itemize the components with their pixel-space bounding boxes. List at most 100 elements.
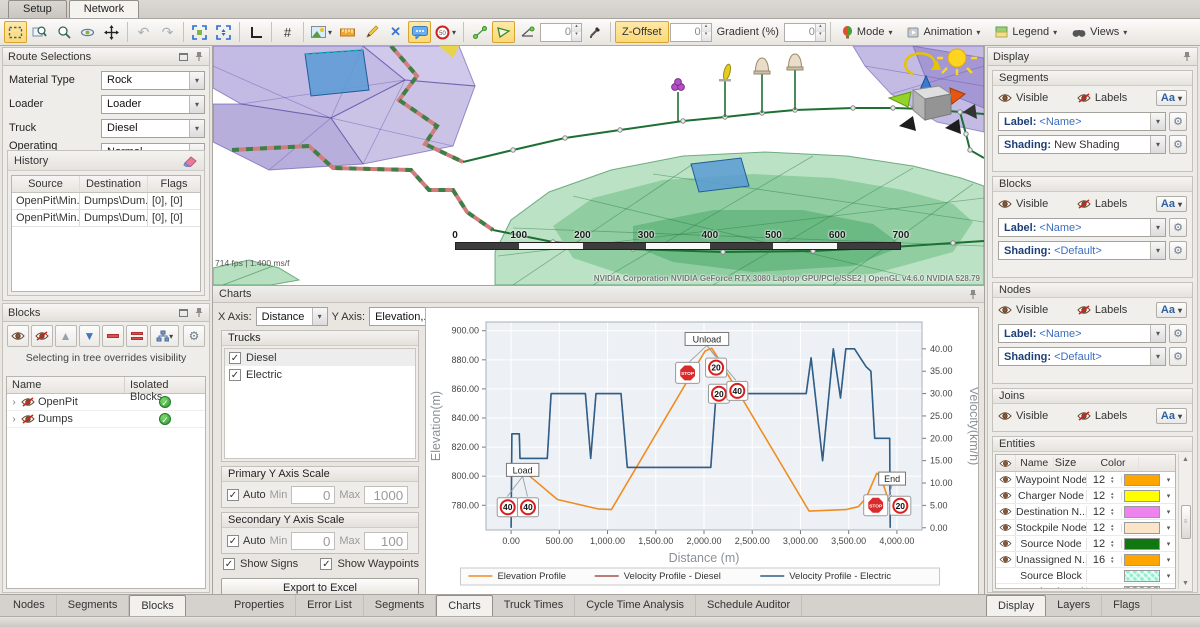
pin-icon[interactable] [194,51,204,62]
eye-icon[interactable] [999,523,1012,532]
entity-row[interactable]: Source Node 12 ▴▾ ▾ [996,536,1175,552]
primary-max-input[interactable] [364,486,408,504]
entity-size[interactable]: 12 [1087,538,1111,550]
show-all-button[interactable] [7,325,29,347]
gear-icon[interactable]: ⚙ [1169,135,1187,154]
remove-all-button[interactable] [126,325,148,347]
entities-col-name[interactable]: Name [1016,457,1054,469]
entity-size-spinner[interactable]: ▴▾ [1111,492,1122,500]
gradient-spinner[interactable]: ▴▾ [815,24,825,41]
doc-tab[interactable]: Truck Times [493,595,576,616]
eye-slash-icon[interactable] [1077,93,1091,103]
entity-size-spinner[interactable]: ▴▾ [1111,508,1122,516]
eye-icon[interactable] [998,93,1012,103]
z-offset-value-field[interactable] [671,26,701,38]
profile-chart[interactable]: 0.00500.001,000.001,500.002,000.002,500.… [426,308,978,594]
measure-button[interactable] [336,21,359,43]
doc-tab[interactable]: Nodes [2,595,57,616]
entity-color-dropdown[interactable]: ▾ [1162,572,1175,580]
blocks-col-isolated[interactable]: Isolated Blocks [125,377,205,393]
zoom-button[interactable] [52,21,75,43]
doc-tab[interactable]: Segments [364,595,437,616]
eye-icon[interactable] [999,555,1012,564]
x-axis-dropdown[interactable]: Distance [256,307,328,326]
blocks-label-dropdown[interactable]: Label:<Name> [998,218,1166,237]
angle-value-field[interactable] [541,26,571,38]
eye-icon[interactable] [999,507,1012,516]
secondary-min-input[interactable] [291,532,335,550]
font-button[interactable]: Aa▾ [1156,302,1187,318]
blocks-settings-button[interactable]: ⚙ [183,325,205,347]
legend-dropdown[interactable]: Legend▾ [988,21,1064,43]
zoom-selected-button[interactable] [212,21,235,43]
redo-button[interactable]: ↷ [156,21,179,43]
entities-col-color[interactable]: Color [1089,457,1139,469]
mode-dropdown[interactable]: Mode▾ [835,21,900,43]
secondary-auto-checkbox[interactable]: ✓ [227,535,239,547]
truck-row[interactable]: ✓ Diesel [225,349,415,366]
primary-auto-checkbox[interactable]: ✓ [227,489,239,501]
entity-color-dropdown[interactable]: ▾ [1162,524,1175,532]
entity-row[interactable]: Stockpile Node 12 ▴▾ ▾ [996,520,1175,536]
main-tab[interactable]: Setup [8,0,67,18]
eye-slash-icon[interactable] [21,414,35,424]
eye-icon[interactable] [999,491,1012,500]
blocks-tree-row[interactable]: › Dumps ✓ [7,411,205,428]
z-offset-toggle[interactable]: Z-Offset [615,21,669,43]
field-dropdown[interactable]: Diesel [101,119,205,138]
doc-tab[interactable]: Blocks [129,595,185,616]
entity-size-spinner[interactable]: ▴▾ [1111,556,1122,564]
primary-min-input[interactable] [291,486,335,504]
entity-size-spinner[interactable]: ▴▾ [1111,476,1122,484]
eye-icon[interactable] [998,199,1012,209]
hierarchy-button[interactable]: ▾ [150,325,179,347]
eye-icon[interactable] [998,411,1012,421]
entity-size[interactable]: 12 [1087,474,1111,486]
entity-row[interactable]: Destination Bl ▴▾ ▾ [996,584,1175,589]
scroll-thumb[interactable]: ≡ [1181,505,1191,539]
entity-row[interactable]: Waypoint Node 12 ▴▾ ▾ [996,472,1175,488]
doc-tab[interactable]: Display [986,595,1046,616]
gradient-input[interactable]: ▴▾ [784,23,826,42]
edit-button[interactable] [360,21,383,43]
nodes-label-dropdown[interactable]: Label:<Name> [998,324,1166,343]
entity-size[interactable]: 16 [1087,554,1111,566]
entity-color-swatch[interactable] [1124,586,1160,590]
entity-size[interactable]: 12 [1087,506,1111,518]
entity-color-swatch[interactable] [1124,570,1160,582]
undo-button[interactable]: ↶ [132,21,155,43]
history-col-flags[interactable]: Flags [148,176,200,192]
blocks-tree-row[interactable]: › OpenPit ✓ [7,394,205,411]
expand-chevron-icon[interactable]: › [7,397,21,408]
angle-input[interactable]: ▴▾ [540,23,582,42]
entity-row[interactable]: Destination N... 12 ▴▾ ▾ [996,504,1175,520]
eyedropper-button[interactable] [583,21,606,43]
gradient-angle-button[interactable] [516,21,539,43]
entity-row[interactable]: Source Block ▴▾ ▾ [996,568,1175,584]
background-image-button[interactable]: ▾ [308,21,335,43]
entities-col-size[interactable]: Size [1054,457,1078,469]
blocks-col-name[interactable]: Name [7,377,125,393]
segments-shading-dropdown[interactable]: Shading:New Shading [998,135,1166,154]
marquee-select-button[interactable] [4,21,27,43]
entity-row[interactable]: Unassigned N... 16 ▴▾ ▾ [996,552,1175,568]
pin-icon[interactable] [968,289,978,300]
pin-icon[interactable] [194,307,204,318]
entity-color-dropdown[interactable]: ▾ [1162,476,1175,484]
eye-icon[interactable] [999,539,1012,548]
entity-size[interactable]: 12 [1087,522,1111,534]
eye-slash-icon[interactable] [21,397,35,407]
zoom-window-button[interactable] [28,21,51,43]
scroll-down-icon[interactable]: ▼ [1182,580,1189,587]
history-col-source[interactable]: Source [12,176,80,192]
truck-row[interactable]: ✓ Electric [225,366,415,383]
grid-toggle-button[interactable]: # [276,21,299,43]
gear-icon[interactable]: ⚙ [1169,218,1187,237]
gear-icon[interactable]: ⚙ [1169,347,1187,366]
truck-checkbox[interactable]: ✓ [229,369,241,381]
truck-checkbox[interactable]: ✓ [229,352,241,364]
doc-tab[interactable]: Layers [1046,595,1102,616]
3d-viewport[interactable]: 0100200300400500600700 714 fps | 1.400 m… [213,46,984,286]
comment-bubble-button[interactable] [408,21,431,43]
doc-tab[interactable]: Charts [436,595,492,616]
